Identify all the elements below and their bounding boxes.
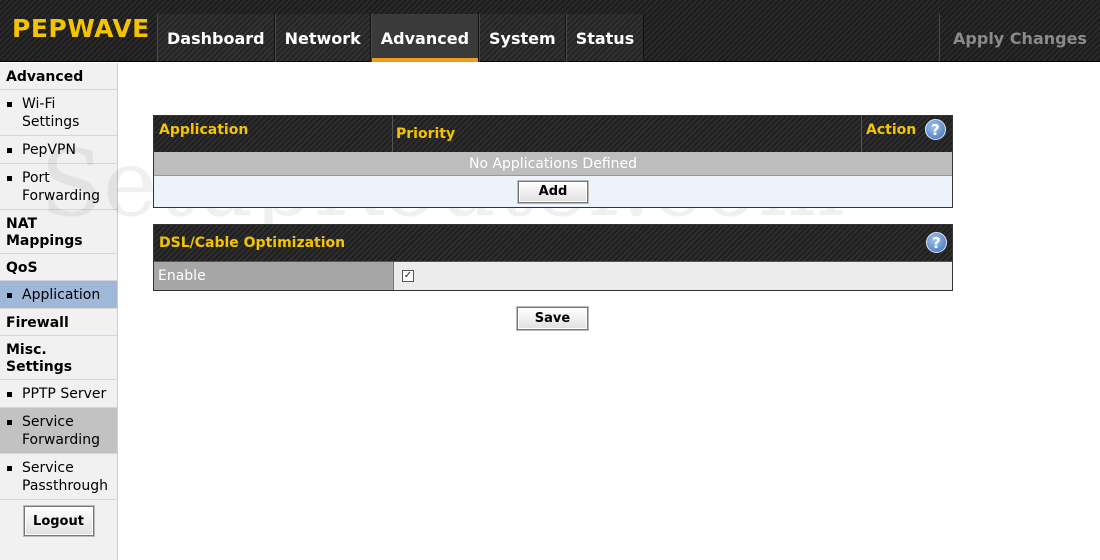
sidebar-item-wifi-settings[interactable]: Wi-Fi Settings xyxy=(0,90,117,136)
sidebar-item-application[interactable]: Application xyxy=(0,281,117,309)
application-priority-table: Application Priority Action ? No Applica… xyxy=(153,115,953,208)
add-application-button[interactable]: Add xyxy=(518,180,588,203)
sidebar-section-firewall[interactable]: Firewall xyxy=(0,309,117,336)
enable-cell: ✓ xyxy=(394,262,952,290)
apply-changes-button[interactable]: Apply Changes xyxy=(939,14,1100,62)
top-navigation-bar: PEPWAVE Dashboard Network Advanced Syste… xyxy=(0,0,1100,62)
application-table-header: Application Priority Action ? xyxy=(154,116,952,152)
enable-checkbox[interactable]: ✓ xyxy=(402,270,414,282)
dsl-cable-optimization-table: DSL/Cable Optimization ? Enable ✓ xyxy=(153,224,953,291)
main-nav: Dashboard Network Advanced System Status xyxy=(157,14,645,62)
enable-row: Enable ✓ xyxy=(154,261,952,290)
dsl-table-title: DSL/Cable Optimization xyxy=(159,235,346,251)
tab-advanced[interactable]: Advanced xyxy=(370,14,480,62)
add-row: Add xyxy=(154,176,952,207)
pepwave-logo: PEPWAVE xyxy=(12,14,150,43)
tab-dashboard[interactable]: Dashboard xyxy=(157,14,275,62)
sidebar-item-port-forwarding[interactable]: Port Forwarding xyxy=(0,164,117,210)
sidebar-item-pptp-server[interactable]: PPTP Server xyxy=(0,380,117,408)
save-button[interactable]: Save xyxy=(517,307,588,330)
logout-container: Logout xyxy=(0,500,117,542)
help-icon[interactable]: ? xyxy=(925,119,946,140)
sidebar-section-qos[interactable]: QoS xyxy=(0,254,117,281)
column-divider xyxy=(861,116,862,152)
column-header-priority: Priority xyxy=(396,126,456,142)
sidebar-item-pepvpn[interactable]: PepVPN xyxy=(0,136,117,164)
empty-applications-row: No Applications Defined xyxy=(154,152,952,176)
sidebar-section-advanced[interactable]: Advanced xyxy=(0,63,117,90)
column-header-action: Action xyxy=(866,122,917,138)
sidebar-item-service-forwarding[interactable]: Service Forwarding xyxy=(0,408,117,454)
column-divider xyxy=(392,116,393,152)
help-icon[interactable]: ? xyxy=(926,232,947,253)
enable-label: Enable xyxy=(154,262,394,290)
column-header-application: Application xyxy=(159,122,249,138)
sidebar: Advanced Wi-Fi Settings PepVPN Port Forw… xyxy=(0,63,118,560)
dsl-table-header: DSL/Cable Optimization ? xyxy=(154,225,952,261)
sidebar-section-misc-settings[interactable]: Misc. Settings xyxy=(0,336,117,380)
tab-network[interactable]: Network xyxy=(274,14,371,62)
sidebar-section-nat-mappings[interactable]: NAT Mappings xyxy=(0,210,117,254)
sidebar-item-service-passthrough[interactable]: Service Passthrough xyxy=(0,454,117,500)
tab-system[interactable]: System xyxy=(479,14,566,62)
logout-button[interactable]: Logout xyxy=(23,506,94,536)
tab-status[interactable]: Status xyxy=(565,14,645,62)
